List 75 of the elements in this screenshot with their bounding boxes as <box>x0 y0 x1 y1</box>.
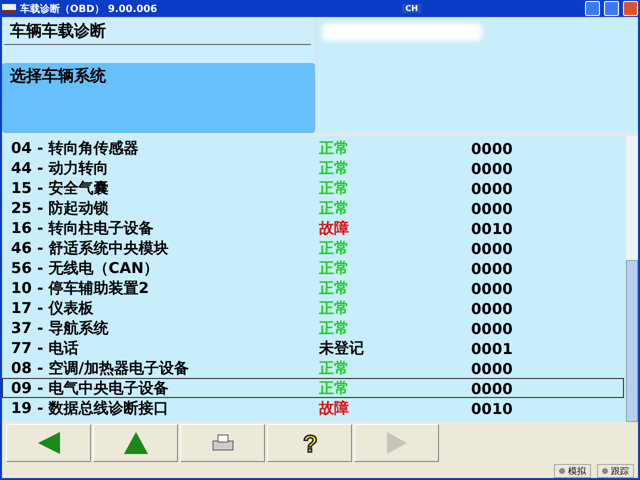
language-indicator[interactable]: CH <box>402 4 421 13</box>
system-name: 15 - 安全气囊 <box>11 179 110 198</box>
status-text: 正常 <box>319 239 350 258</box>
system-row[interactable]: 44 - 动力转向 正常 0000 <box>2 158 624 178</box>
fault-code: 0000 <box>471 380 514 398</box>
right-arrow-icon <box>384 430 408 456</box>
panel-title: 车辆车载诊断 <box>4 19 311 45</box>
system-row[interactable]: 04 - 转向角传感器 正常 0000 <box>2 138 624 158</box>
system-name: 17 - 仪表板 <box>11 299 95 318</box>
system-row[interactable]: 17 - 仪表板 正常 0000 <box>2 298 624 318</box>
system-name: 56 - 无线电（CAN） <box>11 259 160 278</box>
system-name: 37 - 导航系统 <box>11 319 110 338</box>
system-row[interactable]: 46 - 舒适系统中央模块 正常 0000 <box>2 238 624 258</box>
fault-code: 0000 <box>471 360 514 378</box>
system-name: 08 - 空调/加热器电子设备 <box>11 359 190 378</box>
fault-code: 0000 <box>471 320 514 338</box>
status-text: 未登记 <box>319 339 365 358</box>
left-arrow-icon <box>36 430 62 456</box>
fault-code: 0000 <box>471 200 514 218</box>
help-icon: ? <box>300 431 318 455</box>
back-button[interactable] <box>6 424 91 462</box>
scrollbar-thumb[interactable] <box>626 260 638 422</box>
system-row[interactable]: 19 - 数据总线诊断接口 故障 0010 <box>2 398 624 418</box>
status-text: 正常 <box>319 139 350 158</box>
fault-code: 0000 <box>471 240 514 258</box>
system-row[interactable]: 15 - 安全气囊 正常 0000 <box>2 178 624 198</box>
system-name: 09 - 电气中央电子设备 <box>11 379 170 398</box>
status-text: 正常 <box>319 299 350 318</box>
fault-code: 0010 <box>471 220 514 238</box>
status-text: 正常 <box>319 359 350 378</box>
system-name: 46 - 舒适系统中央模块 <box>11 239 170 258</box>
fault-code: 0000 <box>471 260 514 278</box>
status-text: 故障 <box>319 219 350 238</box>
system-row[interactable]: 08 - 空调/加热器电子设备 正常 0000 <box>2 358 624 378</box>
status-indicator: 跟踪 <box>597 464 634 478</box>
system-name: 04 - 转向角传感器 <box>11 139 140 158</box>
fault-code: 0000 <box>471 300 514 318</box>
printer-icon <box>212 434 234 452</box>
status-text: 正常 <box>319 199 350 218</box>
status-text: 故障 <box>319 399 350 418</box>
system-row[interactable]: 25 - 防起动锁 正常 0000 <box>2 198 624 218</box>
system-name: 77 - 电话 <box>11 339 80 358</box>
system-row[interactable]: 56 - 无线电（CAN） 正常 0000 <box>2 258 624 278</box>
fault-code: 0000 <box>471 140 514 158</box>
window-title: 车载诊断（OBD） 9.00.006 <box>20 2 158 16</box>
system-name: 16 - 转向柱电子设备 <box>11 219 155 238</box>
status-text: 正常 <box>319 379 350 398</box>
maximize-button[interactable] <box>604 1 619 16</box>
system-name: 25 - 防起动锁 <box>11 199 110 218</box>
system-name: 10 - 停车辅助装置2 <box>11 279 150 298</box>
status-text: 正常 <box>319 279 350 298</box>
app-icon <box>2 4 16 14</box>
system-row[interactable]: 10 - 停车辅助装置2 正常 0000 <box>2 278 624 298</box>
system-row[interactable]: 77 - 电话 未登记 0001 <box>2 338 624 358</box>
status-text: 正常 <box>319 159 350 178</box>
fault-code: 0010 <box>471 400 514 418</box>
fault-code: 0000 <box>471 180 514 198</box>
fault-code: 0000 <box>471 280 514 298</box>
system-name: 19 - 数据总线诊断接口 <box>11 399 170 418</box>
up-button[interactable] <box>93 424 178 462</box>
status-text: 正常 <box>319 259 350 278</box>
section-heading: 选择车辆系统 <box>2 63 315 133</box>
status-indicator: 模拟 <box>554 464 591 478</box>
status-text: 正常 <box>319 319 350 338</box>
minimize-button[interactable] <box>585 1 600 16</box>
system-row[interactable]: 09 - 电气中央电子设备 正常 0000 <box>2 378 624 398</box>
system-row[interactable]: 37 - 导航系统 正常 0000 <box>2 318 624 338</box>
close-button[interactable] <box>623 1 638 16</box>
system-name: 44 - 动力转向 <box>11 159 110 178</box>
print-button[interactable] <box>180 424 265 462</box>
system-row[interactable]: 16 - 转向柱电子设备 故障 0010 <box>2 218 624 238</box>
status-text: 正常 <box>319 179 350 198</box>
up-arrow-icon <box>122 431 148 455</box>
fault-code: 0000 <box>471 160 514 178</box>
fault-code: 0001 <box>471 340 514 358</box>
